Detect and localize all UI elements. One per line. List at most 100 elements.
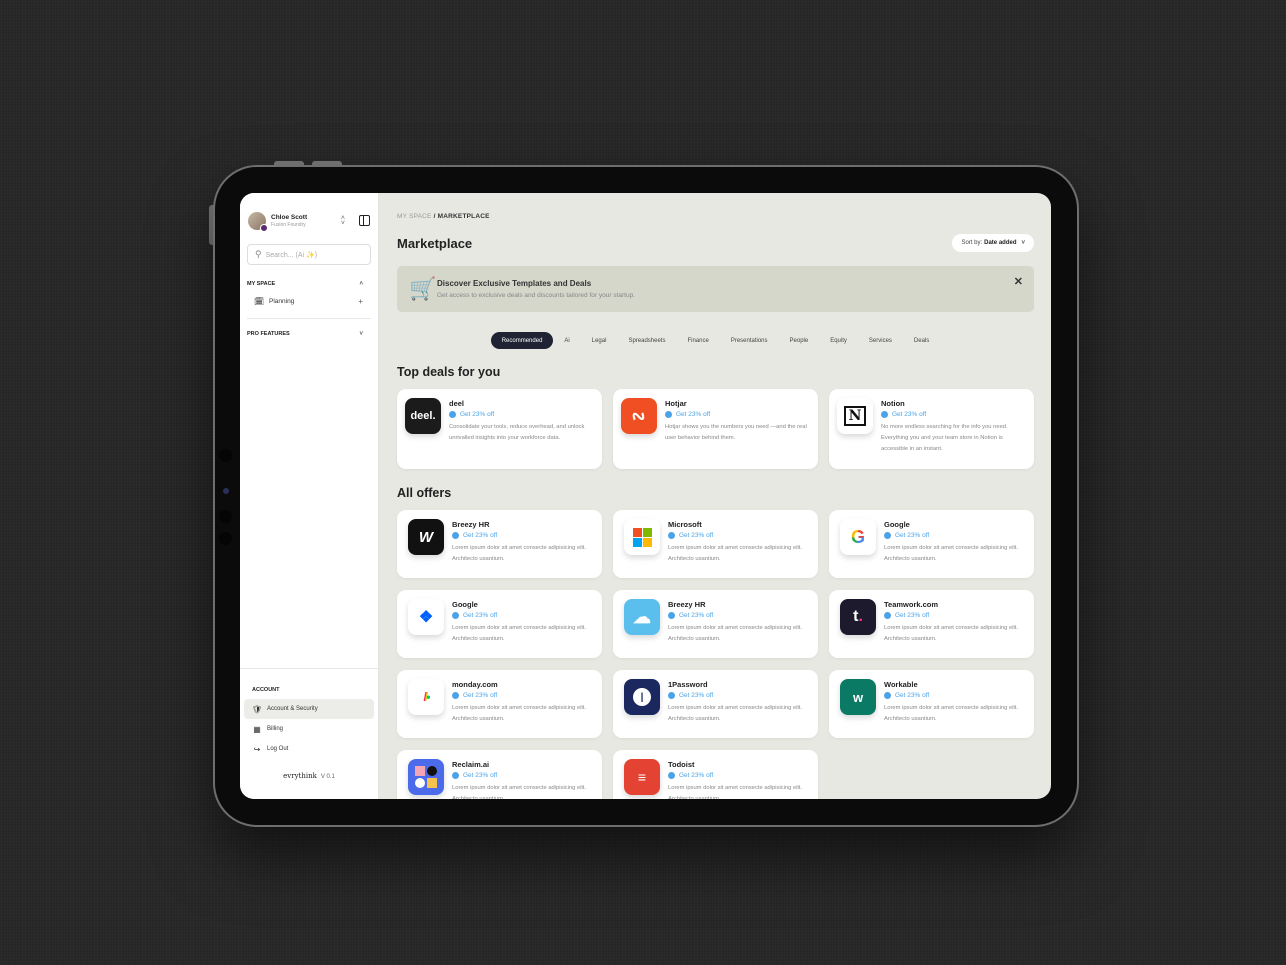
notion-logo-icon: N [837, 398, 873, 434]
deal-card[interactable]: G Google Get 23% off Lorem ipsum dolor sit … [829, 510, 1034, 578]
deal-card[interactable]: w Workable Get 23% off Lorem ipsum dolor si… [829, 670, 1034, 738]
deal-badge[interactable]: Get 23% off [881, 411, 1026, 418]
deal-card[interactable]: W Breezy HR Get 23% off Lorem ipsum dolor s… [397, 510, 602, 578]
deal-badge[interactable]: Get 23% off [452, 692, 591, 699]
deal-badge[interactable]: Get 23% off [884, 692, 1023, 699]
deal-text: Get 23% off [463, 612, 498, 619]
sidebar-item-logout[interactable]: ↪ Log Out [244, 739, 374, 759]
1password-logo-icon: | [624, 679, 660, 715]
deal-badge[interactable]: Get 23% off [884, 532, 1023, 539]
section-my-space[interactable]: MY SPACE ˄ [240, 281, 378, 287]
webflow-logo-icon: W [408, 519, 444, 555]
deal-badge[interactable]: Get 23% off [452, 612, 591, 619]
deal-card[interactable]: ❖ Google Get 23% off Lorem ipsum dolor sit … [397, 590, 602, 658]
avatar [248, 211, 268, 232]
deal-description: Lorem ipsum dolor sit amet consecte adip… [668, 625, 803, 642]
tab-legal[interactable]: Legal [581, 332, 618, 349]
discount-icon [668, 772, 675, 779]
deal-badge[interactable]: Get 23% off [665, 411, 810, 418]
deal-card[interactable]: N Notion Get 23% off No more endless search… [829, 389, 1034, 469]
deal-badge[interactable]: Get 23% off [449, 411, 594, 418]
deal-card[interactable]: ≡ Todoist Get 23% off Lorem ipsum dolor sit… [613, 750, 818, 799]
deal-badge[interactable]: Get 23% off [884, 612, 1023, 619]
microsoft-logo-icon [624, 519, 660, 555]
deal-badge[interactable]: Get 23% off [668, 692, 807, 699]
org-badge-icon [260, 223, 268, 232]
deal-badge[interactable]: Get 23% off [668, 772, 807, 779]
sort-dropdown[interactable]: Sort by: Date added ˅ [952, 234, 1034, 252]
deal-description: Lorem ipsum dolor sit amet consecte adip… [668, 705, 803, 722]
deal-description: Lorem ipsum dolor sit amet consecte adip… [452, 785, 587, 799]
company-name: Hotjar [665, 399, 687, 408]
discount-icon [668, 612, 675, 619]
plus-icon[interactable]: + [358, 297, 363, 306]
deal-text: Get 23% off [895, 612, 930, 619]
deal-card[interactable]: deel. deel Get 23% off Consolidate your too… [397, 389, 602, 469]
deal-card[interactable]: ☁ Breezy HR Get 23% off Lorem ipsum dolor s… [613, 590, 818, 658]
calendar-edit-icon: 🗓 [254, 296, 265, 306]
search-input[interactable]: ⚲ Search... (Ai ✨) [247, 244, 371, 265]
sidebar: Chloe Scott Fusion Foundry ˄ ˅ ⚲ Search..… [240, 193, 379, 799]
offers-grid: W Breezy HR Get 23% off Lorem ipsum dolor s… [397, 510, 1034, 799]
chevron-down-icon: ˅ [1021, 240, 1025, 246]
tab-finance[interactable]: Finance [676, 332, 719, 349]
company-name: Teamwork.com [884, 600, 939, 609]
camera-dot [219, 449, 232, 462]
teamwork-logo-icon: t. [840, 599, 876, 635]
all-offers-heading: All offers [397, 486, 452, 500]
deal-badge[interactable]: Get 23% off [452, 772, 591, 779]
deal-text: Get 23% off [463, 772, 498, 779]
deal-card[interactable]: t. Teamwork.com Get 23% off Lorem ipsum dol… [829, 590, 1034, 658]
deal-text: Get 23% off [679, 772, 714, 779]
cloud-logo-icon: ☁ [624, 599, 660, 635]
top-deals-grid: deel. deel Get 23% off Consolidate your too… [397, 389, 1034, 469]
deal-card[interactable]: Microsoft Get 23% off Lorem ipsum dolor si… [613, 510, 818, 578]
deal-description: Lorem ipsum dolor sit amet consecte adip… [452, 625, 587, 642]
discount-icon [452, 532, 459, 539]
chevron-up-down-icon[interactable]: ˄ ˅ [341, 215, 345, 227]
tab-services[interactable]: Services [858, 332, 903, 349]
search-placeholder: Search... (Ai ✨) [265, 251, 318, 259]
deal-badge[interactable]: Get 23% off [452, 532, 591, 539]
deal-text: Get 23% off [892, 411, 927, 418]
deal-card[interactable]: //• monday.com Get 23% off Lorem ipsum dolo… [397, 670, 602, 738]
discount-icon [668, 692, 675, 699]
tab-spreadsheets[interactable]: Spreadsheets [617, 332, 676, 349]
close-icon[interactable]: ✕ [1014, 275, 1023, 288]
company-name: 1Password [668, 680, 708, 689]
sidebar-item-billing[interactable]: ▦ Billing [244, 719, 374, 739]
company-name: monday.com [452, 680, 498, 689]
banner-title: Discover Exclusive Templates and Deals [437, 279, 592, 288]
camera-dot [223, 488, 229, 494]
promo-banner: 🛒 Discover Exclusive Templates and Deals… [397, 266, 1034, 312]
sidebar-item-account-security[interactable]: 🛡 Account & Security [244, 699, 374, 719]
tab-deals[interactable]: Deals [903, 332, 940, 349]
tab-equity[interactable]: Equity [819, 332, 858, 349]
sidebar-toggle-icon[interactable] [359, 215, 370, 226]
tab-presentations[interactable]: Presentations [720, 332, 779, 349]
tab-recommended[interactable]: Recommended [490, 332, 554, 349]
deal-text: Get 23% off [463, 692, 498, 699]
section-pro-features[interactable]: PRO FEATURES ˅ [240, 331, 378, 337]
deal-description: Hotjar shows you the numbers you need —a… [665, 424, 807, 441]
camera-dot [219, 532, 232, 545]
discount-icon [881, 411, 888, 418]
discount-icon [449, 411, 456, 418]
profile-switcher[interactable]: Chloe Scott Fusion Foundry ˄ ˅ [240, 193, 378, 233]
deal-badge[interactable]: Get 23% off [668, 532, 807, 539]
shield-check-icon: 🛡 [252, 704, 263, 714]
deal-badge[interactable]: Get 23% off [668, 612, 807, 619]
company-name: Notion [881, 399, 905, 408]
deal-card[interactable]: ∿ Hotjar Get 23% off Hotjar shows you the n… [613, 389, 818, 469]
deal-description: Lorem ipsum dolor sit amet consecte adip… [884, 705, 1019, 722]
deal-card[interactable]: Reclaim.ai Get 23% off Lorem ipsum dolor s… [397, 750, 602, 799]
tab-people[interactable]: People [779, 332, 820, 349]
deal-card[interactable]: | 1Password Get 23% off Lorem ipsum dolor s… [613, 670, 818, 738]
breadcrumb-parent[interactable]: MY SPACE [397, 213, 432, 220]
tab-ai[interactable]: Ai [553, 332, 580, 349]
todoist-logo-icon: ≡ [624, 759, 660, 795]
sidebar-item-planning[interactable]: 🗓 Planning + [240, 293, 378, 309]
sidebar-item-label: Log Out [267, 746, 289, 752]
dropbox-logo-icon: ❖ [408, 599, 444, 635]
company-name: deel [449, 399, 465, 408]
